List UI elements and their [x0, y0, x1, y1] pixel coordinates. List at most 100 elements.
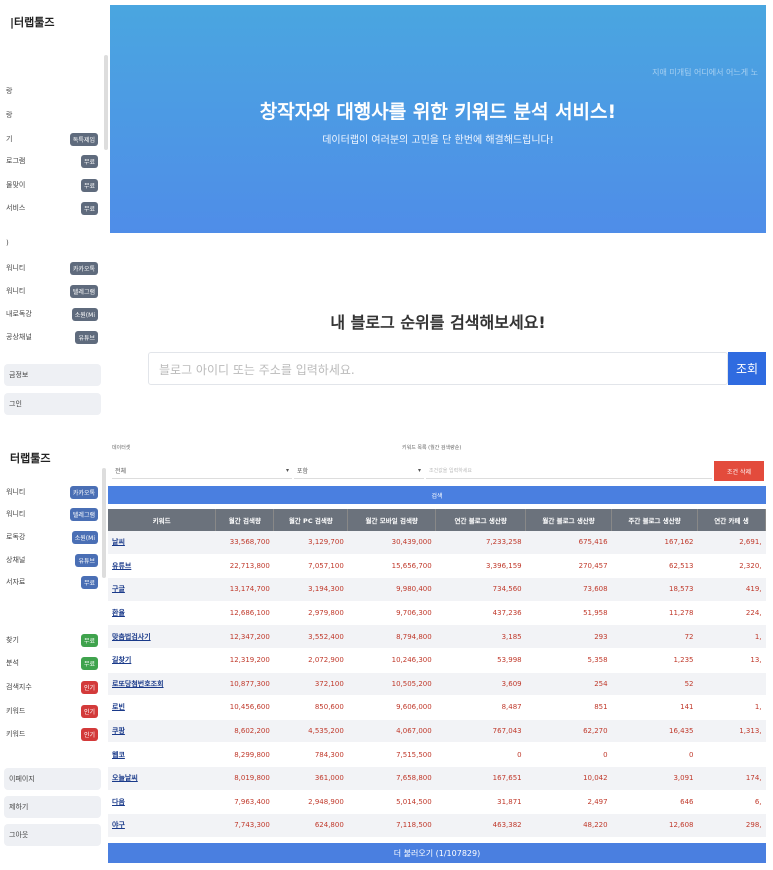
brand-logo-text[interactable]: 터랩툴즈	[10, 450, 50, 466]
sidebar-item[interactable]: 키워드 인기	[6, 725, 98, 743]
sidebar-button-info[interactable]: 금정보	[4, 364, 101, 386]
sidebar-item[interactable]: 랑	[6, 82, 98, 100]
table-cell: 3,609	[435, 672, 526, 697]
sidebar-item[interactable]: 로그램 무료	[6, 152, 98, 170]
sidebar-item[interactable]: 기 독특제임	[6, 130, 98, 148]
column-header[interactable]: 키워드	[108, 509, 217, 531]
keyword-link[interactable]: 로또당첨번호조회	[108, 672, 216, 697]
sidebar-item-label: 찾기	[6, 636, 19, 644]
keyword-link[interactable]: 길찾기	[108, 648, 216, 673]
sidebar-item-badge: 텔레그램	[69, 507, 98, 521]
sidebar-scrollbar[interactable]	[102, 468, 106, 578]
sidebar-item-badge: 독특제임	[69, 132, 98, 146]
table-cell: 30,439,000	[347, 531, 436, 555]
sidebar-item[interactable]: 워니티 카카오톡	[6, 259, 98, 277]
table-cell: 3,091	[611, 766, 698, 791]
sidebar-item[interactable]: 워니티 텔레그램	[6, 505, 98, 523]
table-row: 야구 7,743,300 624,800 7,118,500 463,382 48,220…	[108, 813, 766, 838]
sidebar-button-login[interactable]: 그인	[4, 393, 101, 415]
sidebar-item[interactable]: 내로독강 소원(Mi	[6, 305, 98, 323]
table-cell: 8,487	[435, 695, 526, 720]
sidebar-item-label: 키워드	[6, 730, 26, 738]
category-select[interactable]: 전체 ▾	[112, 463, 292, 479]
sidebar-item[interactable]: 로독강 소원(Mi	[6, 528, 98, 546]
table-cell: 15,656,700	[347, 554, 436, 579]
sidebar-item-label: 분석	[6, 659, 19, 667]
keyword-link[interactable]: 다음	[108, 790, 216, 815]
sidebar-item[interactable]: 랑	[6, 106, 98, 124]
column-header[interactable]: 월간 모바일 검색량	[347, 509, 437, 531]
table-cell: 10,505,200	[347, 672, 436, 697]
column-header[interactable]: 월간 검색량	[215, 509, 275, 531]
keyword-link[interactable]: 유튜브	[108, 554, 216, 579]
table-cell: 624,800	[273, 813, 348, 838]
column-header[interactable]: 연간 블로그 생산량	[435, 509, 527, 531]
keyword-link[interactable]: 웹코	[108, 742, 216, 767]
sidebar-item[interactable]: 상채널 유튜브	[6, 551, 98, 569]
condition-input[interactable]: 조건값을 입력하세요	[426, 463, 712, 479]
table-cell: 48,220	[525, 813, 612, 838]
match-type-select[interactable]: 포함 ▾	[294, 463, 424, 479]
load-more-button[interactable]: 더 불러오기 (1/107829)	[108, 843, 766, 863]
keyword-link[interactable]: 야구	[108, 813, 216, 838]
sidebar-scrollbar[interactable]	[104, 55, 108, 150]
sidebar-item[interactable]: 워니티 텔레그램	[6, 282, 98, 300]
sidebar-item-label: 서자료	[6, 578, 26, 586]
keyword-link[interactable]: 맞춤법검사기	[108, 624, 216, 649]
sidebar-button-mypage[interactable]: 이페이지	[4, 768, 101, 790]
sidebar-item-label: 워니티	[6, 488, 26, 496]
table-row: 오늘날씨 8,019,800 361,000 7,658,800 167,651 10,0…	[108, 766, 766, 791]
sidebar-item-label: 서비스	[6, 204, 26, 212]
table-cell	[697, 672, 766, 697]
column-header[interactable]: 월간 PC 검색량	[273, 509, 349, 531]
sidebar-item-label: 워니티	[6, 287, 26, 295]
sidebar-item[interactable]: 워니티 카카오톡	[6, 483, 98, 501]
sidebar-item[interactable]: 검색지수 인기	[6, 678, 98, 696]
sidebar-item-badge: 카카오톡	[69, 485, 98, 499]
sidebar-item[interactable]: 서자료 무료	[6, 573, 98, 591]
table-cell: 1,235	[611, 648, 698, 673]
table-cell: 851	[525, 695, 612, 720]
table-cell: 174,	[697, 766, 766, 791]
sidebar-item[interactable]: 물맞이 무료	[6, 176, 98, 194]
table-cell: 18,573	[611, 577, 698, 602]
sidebar-item[interactable]: 공상채널 유튜브	[6, 328, 98, 346]
blog-search-input[interactable]: 블로그 아이디 또는 주소를 입력하세요.	[148, 352, 728, 385]
reset-conditions-button[interactable]: 조건 삭제	[714, 461, 764, 481]
sidebar-item[interactable]: 분석 무료	[6, 654, 98, 672]
sidebar-item[interactable]: 찾기 무료	[6, 631, 98, 649]
sidebar-item[interactable]: 서비스 무료	[6, 199, 98, 217]
keyword-link[interactable]: 오늘날씨	[108, 766, 216, 791]
sidebar-item[interactable]: 키워드 인기	[6, 702, 98, 720]
table-row: 길찾기 12,319,200 2,072,900 10,246,300 53,998 5,…	[108, 648, 766, 673]
table-row: 맞춤법검사기 12,347,200 3,552,400 8,794,800 3,185 2…	[108, 624, 766, 649]
column-header[interactable]: 월간 블로그 생산량	[525, 509, 613, 531]
brand-logo-text[interactable]: |터랩툴즈	[10, 14, 55, 30]
keyword-tool: 데이터셋 키워드 목록 (월간 검색량순) 전체 ▾ 포함 ▾ 조건값을 입력하…	[108, 430, 766, 870]
table-row: 유튜브 22,713,800 7,057,100 15,656,700 3,396,15…	[108, 554, 766, 579]
sidebar-button-logout[interactable]: 그아웃	[4, 824, 101, 846]
keyword-link[interactable]: 환율	[108, 601, 216, 626]
keyword-link[interactable]: 쿠팡	[108, 719, 216, 744]
column-header[interactable]: 연간 카페 생	[697, 509, 766, 531]
search-button[interactable]: 검색	[108, 486, 766, 504]
sidebar-item[interactable]: )	[6, 234, 98, 252]
table-cell: 10,042	[525, 766, 612, 791]
keyword-link[interactable]: 날씨	[108, 531, 216, 555]
table-cell: 734,560	[435, 577, 526, 602]
table-cell: 437,236	[435, 601, 526, 626]
sidebar-button-invite[interactable]: 제하기	[4, 796, 101, 818]
table-row: 다음 7,963,400 2,948,900 5,014,500 31,871 2,497…	[108, 790, 766, 815]
table-cell: 270,457	[525, 554, 612, 579]
keyword-link[interactable]: 로빈	[108, 695, 216, 720]
table-cell: 12,319,200	[215, 648, 274, 673]
hero-title: 창작자와 대행사를 위한 키워드 분석 서비스!	[259, 101, 617, 123]
sidebar-item-label: 키워드	[6, 707, 26, 715]
blog-search-button[interactable]: 조회	[728, 352, 766, 385]
table-cell: 7,515,500	[347, 742, 436, 767]
chevron-down-icon: ▾	[417, 467, 421, 474]
column-header[interactable]: 주간 블로그 생산량	[611, 509, 698, 531]
sidebar-item-label: 검색지수	[6, 683, 32, 691]
table-cell: 12,347,200	[215, 624, 274, 649]
keyword-link[interactable]: 구글	[108, 577, 216, 602]
